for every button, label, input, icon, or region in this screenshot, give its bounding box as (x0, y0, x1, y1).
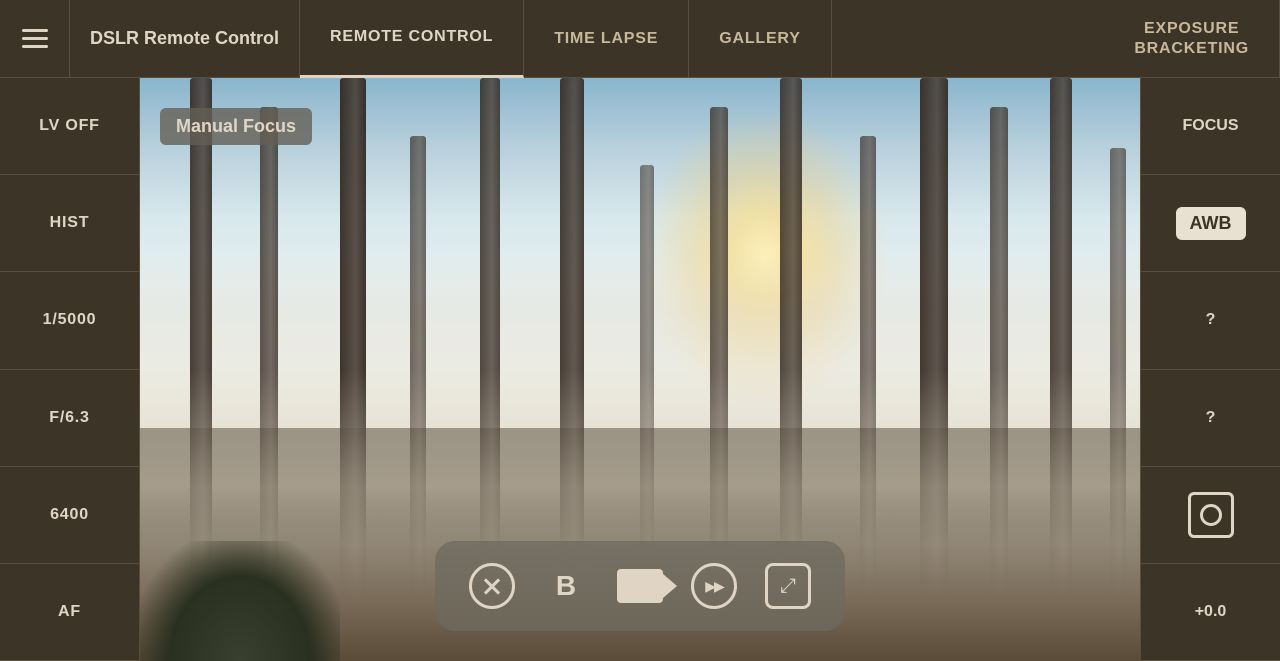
bulb-button[interactable]: B (539, 559, 593, 613)
focus-button[interactable]: FOCUS (1141, 78, 1280, 175)
main-content: LV OFF HIST 1/5000 F/6.3 6400 AF (0, 78, 1280, 661)
af-button[interactable]: AF (0, 564, 139, 661)
foreground-shrub (140, 541, 340, 661)
tab-remote-control[interactable]: REMOTE CONTROL (300, 0, 524, 78)
hamburger-icon (22, 29, 48, 48)
header: DSLR Remote Control REMOTE CONTROL TIME … (0, 0, 1280, 78)
right-panel: FOCUS AWB ? ? +0.0 (1140, 78, 1280, 661)
aperture-icon (469, 563, 515, 609)
awb-button[interactable]: AWB (1141, 175, 1280, 272)
unknown-button-1[interactable]: ? (1141, 272, 1280, 369)
left-panel: LV OFF HIST 1/5000 F/6.3 6400 AF (0, 78, 140, 661)
ev-button[interactable]: +0.0 (1141, 564, 1280, 661)
aperture-button[interactable]: F/6.3 (0, 370, 139, 467)
play-forward-button[interactable] (687, 559, 741, 613)
shutter-speed-button[interactable]: 1/5000 (0, 272, 139, 369)
focus-mode-label[interactable]: Manual Focus (160, 108, 312, 145)
metering-icon (1188, 492, 1234, 538)
play-forward-icon (691, 563, 737, 609)
metering-button[interactable] (1141, 467, 1280, 564)
tab-exposure-bracketing[interactable]: EXPOSUREBRACKETING (1104, 0, 1280, 78)
tab-gallery[interactable]: GALLERY (689, 0, 831, 78)
expand-button[interactable]: ⤢ (761, 559, 815, 613)
awb-label: AWB (1176, 207, 1246, 240)
camera-controls-bar: B ⤢ (435, 541, 845, 631)
video-button[interactable] (613, 559, 667, 613)
video-icon (617, 569, 663, 603)
tab-time-lapse[interactable]: TIME LAPSE (524, 0, 689, 78)
unknown-button-2[interactable]: ? (1141, 370, 1280, 467)
hamburger-button[interactable] (0, 0, 70, 78)
bulb-icon: B (544, 564, 588, 608)
aperture-control-button[interactable] (465, 559, 519, 613)
iso-button[interactable]: 6400 (0, 467, 139, 564)
lv-off-button[interactable]: LV OFF (0, 78, 139, 175)
app-title: DSLR Remote Control (70, 0, 300, 78)
camera-view: Manual Focus B ⤢ (140, 78, 1140, 661)
expand-icon: ⤢ (765, 563, 811, 609)
hist-button[interactable]: HIST (0, 175, 139, 272)
